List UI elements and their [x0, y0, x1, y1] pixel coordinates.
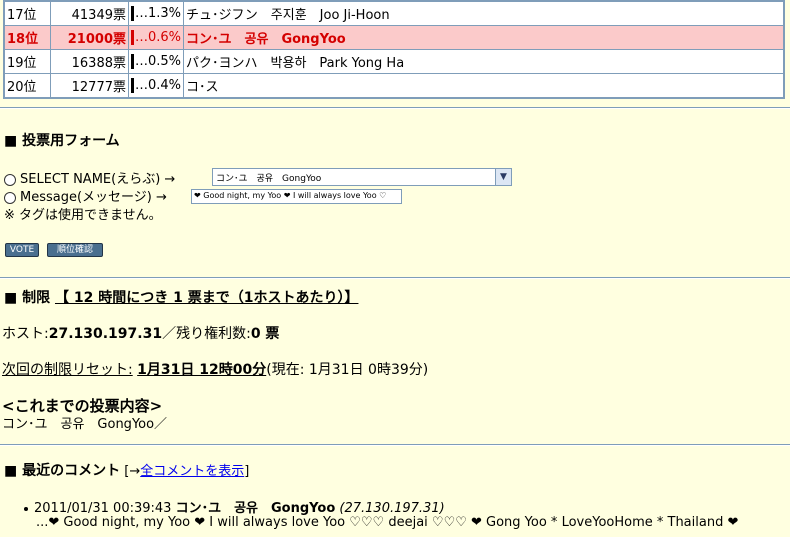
name-cell: チュ･ジフン 주지훈 Joo Ji-Hoon [184, 2, 783, 25]
limits-rule: 【 12 時間につき 1 票まで（1ホストあたり）】 [54, 290, 359, 306]
comment-author: コン･ユ 공유 GongYoo [175, 501, 336, 516]
remaining-label: ／残り権利数: [162, 326, 251, 342]
chevron-down-icon[interactable]: ▼ [495, 169, 511, 185]
rank-cell: 17位 [5, 2, 50, 25]
comment-text: ...❤ Good night, my Yoo ❤ I will always … [36, 515, 739, 530]
select-name-radio[interactable] [4, 173, 16, 186]
bracket-open: [→ [124, 464, 141, 479]
reset-value: 1月31日 12時00分 [137, 362, 267, 378]
bullet-icon [24, 506, 28, 511]
host-label: ホスト: [2, 326, 49, 342]
percent-cell: …1.3% [129, 2, 184, 25]
limits-title-prefix: ■ 制限 [4, 290, 51, 306]
rank-cell: 18位 [5, 26, 50, 49]
vote-bar [131, 78, 134, 93]
percent-value: 0.4% [148, 78, 182, 93]
name-select[interactable]: コン･ユ 공유 GongYoo ▼ [212, 168, 512, 186]
tag-note: ※ タグは使用できません。 [4, 208, 162, 223]
votes-cell: 41349票 [51, 2, 128, 25]
name-cell: コン･ユ 공유 GongYoo [184, 26, 783, 49]
reset-info: 次回の制限リセット: 1月31日 12時00分(現在: 1月31日 0時39分) [2, 359, 428, 379]
votes-cell: 21000票 [51, 26, 128, 49]
percent-value: 0.5% [148, 54, 182, 69]
vote-history-value: コン･ユ 공유 GongYoo／ [2, 417, 168, 432]
rank-cell: 19位 [5, 50, 50, 73]
ranking-row: 17位 41349票 …1.3% チュ･ジフン 주지훈 Joo Ji-Hoon [5, 2, 783, 25]
host-value: 27.130.197.31 [48, 326, 163, 342]
remaining-value: 0 票 [250, 326, 280, 342]
comment-host: (27.130.197.31) [339, 501, 445, 516]
percent-value: 0.6% [148, 30, 182, 45]
ranking-row-highlighted: 18位 21000票 …0.6% コン･ユ 공유 GongYoo [5, 26, 783, 49]
comment-timestamp: 2011/01/31 00:39:43 [34, 501, 172, 516]
vote-bar [131, 30, 134, 45]
percent-value: 1.3% [148, 6, 182, 21]
select-name-label: SELECT NAME(えらぶ) → [20, 172, 176, 187]
ranking-row: 20位 12777票 …0.4% コ･ス [5, 74, 783, 97]
message-label: Message(メッセージ) → [20, 190, 167, 205]
divider [0, 277, 790, 279]
divider [0, 444, 790, 446]
current-time: (現在: 1月31日 0時39分) [266, 362, 429, 378]
vote-bar [131, 6, 134, 21]
ranking-table: 17位 41349票 …1.3% チュ･ジフン 주지훈 Joo Ji-Hoon … [3, 0, 785, 99]
comments-header: ■ 最近のコメント [→全コメントを表示] [4, 460, 249, 480]
divider [0, 107, 790, 109]
percent-cell: …0.4% [129, 74, 184, 97]
vote-form-title: ■ 投票用フォーム [4, 133, 120, 149]
comments-title: ■ 最近のコメント [4, 463, 121, 479]
name-cell: パク･ヨンハ 박용하 Park Yong Ha [184, 50, 783, 73]
host-info: ホスト:27.130.197.31／残り権利数:0 票 [2, 323, 279, 343]
message-radio[interactable] [4, 191, 16, 204]
message-row: Message(メッセージ) → [4, 186, 167, 205]
rank-cell: 20位 [5, 74, 50, 97]
select-name-row: SELECT NAME(えらぶ) → [4, 168, 175, 187]
show-all-comments-link[interactable]: 全コメントを表示 [140, 464, 244, 479]
bracket-close: ] [244, 464, 250, 479]
vote-button[interactable]: VOTE [5, 243, 39, 257]
vote-bar [131, 54, 134, 69]
reset-label: 次回の制限リセット: [2, 362, 133, 378]
limits-title: ■ 制限 【 12 時間につき 1 票まで（1ホストあたり）】 [4, 287, 358, 307]
name-cell: コ･ス [184, 74, 783, 97]
name-select-value: コン･ユ 공유 GongYoo [216, 174, 322, 184]
ranking-row: 19位 16388票 …0.5% パク･ヨンハ 박용하 Park Yong Ha [5, 50, 783, 73]
message-input[interactable]: ❤ Good night, my Yoo ❤ I will always lov… [191, 189, 402, 204]
percent-cell: …0.5% [129, 50, 184, 73]
percent-cell: …0.6% [129, 26, 184, 49]
confirm-rank-button[interactable]: 順位確認 [47, 243, 103, 257]
comment-item: 2011/01/31 00:39:43 コン･ユ 공유 GongYoo (27.… [24, 497, 445, 516]
votes-cell: 12777票 [51, 74, 128, 97]
votes-cell: 16388票 [51, 50, 128, 73]
